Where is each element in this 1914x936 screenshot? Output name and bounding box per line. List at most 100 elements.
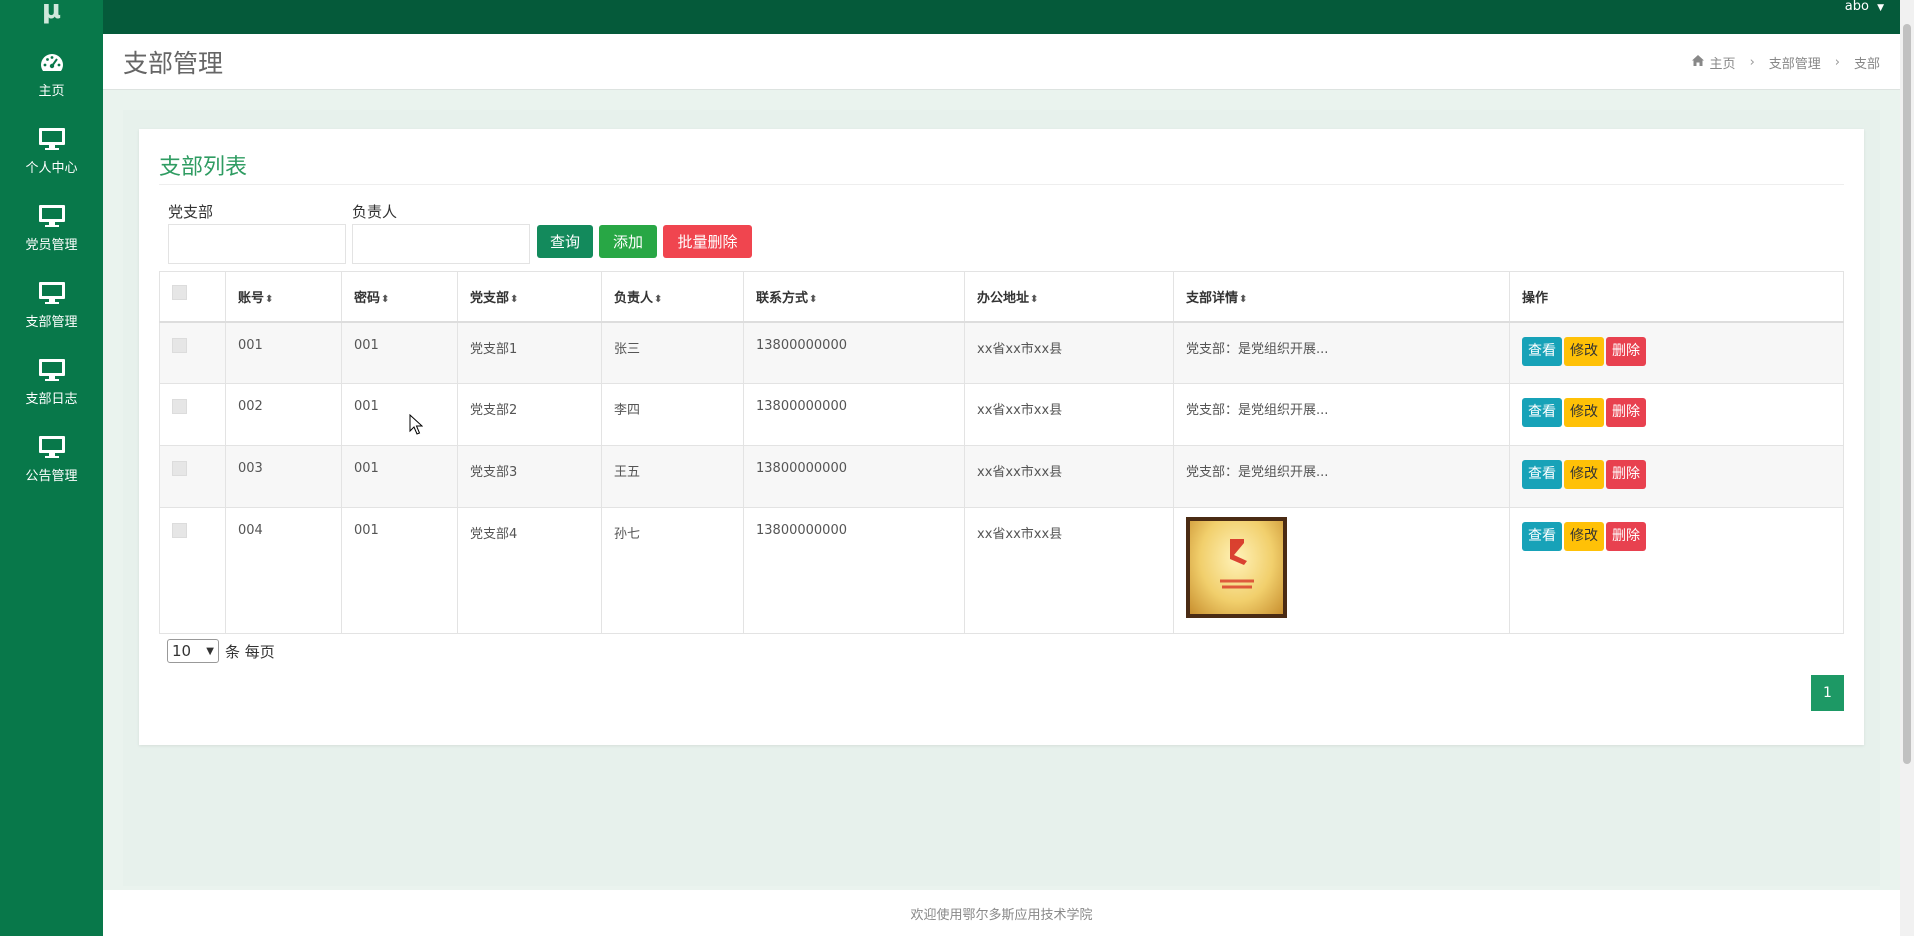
- cell-detail: 党支部：是党组织开展...: [1173, 383, 1510, 446]
- page-title: 支部管理: [123, 49, 224, 78]
- add-button[interactable]: 添加: [599, 225, 657, 258]
- row-select-cell: [159, 445, 226, 508]
- column-label: 办公地址: [977, 290, 1030, 306]
- sidebar-item-home[interactable]: 主页: [0, 34, 103, 111]
- column-header-account[interactable]: 账号⬍: [225, 271, 342, 323]
- cell-branch: 党支部4: [457, 507, 602, 634]
- monitor-icon: [38, 431, 66, 459]
- column-header-leader[interactable]: 负责人⬍: [601, 271, 744, 323]
- cell-detail: 党支部：是党组织开展...: [1173, 321, 1510, 384]
- page-button-current[interactable]: 1: [1811, 675, 1844, 711]
- sidebar-item-notices[interactable]: 公告管理: [0, 419, 103, 496]
- monitor-icon: [38, 200, 66, 228]
- delete-button[interactable]: 删除: [1606, 398, 1646, 427]
- sidebar-item-logs[interactable]: 支部日志: [0, 342, 103, 419]
- row-checkbox[interactable]: [172, 337, 187, 353]
- sort-icon: ⬍: [265, 293, 274, 305]
- delete-button[interactable]: 删除: [1606, 460, 1646, 489]
- sidebar-item-profile[interactable]: 个人中心: [0, 111, 103, 188]
- column-label: 账号: [238, 290, 265, 306]
- user-menu[interactable]: abo ▼: [1845, 0, 1884, 15]
- cell-account: 004: [225, 507, 342, 634]
- select-all-checkbox[interactable]: [172, 284, 187, 300]
- sidebar-item-label: 个人中心: [25, 161, 78, 176]
- cell-phone: 13800000000: [743, 445, 965, 508]
- sidebar-item-label: 支部管理: [25, 315, 78, 330]
- sidebar-item-branches[interactable]: 支部管理: [0, 265, 103, 342]
- chevron-right-icon: ›: [1834, 55, 1840, 70]
- home-icon: [1691, 55, 1704, 70]
- table-header-row: 账号⬍ 密码⬍ 党支部⬍ 负责人⬍ 联系方式⬍ 办公地址⬍ 支部详情⬍ 操作: [159, 271, 1844, 323]
- sort-icon: ⬍: [809, 293, 818, 305]
- cell-detail: [1173, 507, 1510, 634]
- breadcrumb: 主页 › 支部管理 › 支部: [1691, 53, 1880, 72]
- sort-icon: ⬍: [1239, 293, 1248, 305]
- breadcrumb-branch-management[interactable]: 支部管理: [1769, 53, 1821, 72]
- column-header-address[interactable]: 办公地址⬍: [964, 271, 1174, 323]
- column-header-branch[interactable]: 党支部⬍: [457, 271, 602, 323]
- row-checkbox[interactable]: [172, 523, 187, 538]
- cell-address: xx省xx市xx县: [964, 383, 1174, 446]
- edit-button[interactable]: 修改: [1564, 522, 1604, 551]
- user-name: abo: [1844, 0, 1869, 14]
- row-checkbox[interactable]: [172, 399, 187, 414]
- branch-plaque-image[interactable]: [1186, 517, 1287, 618]
- page-scrollbar[interactable]: [1900, 0, 1914, 936]
- page-size-control: 10 ▼ 条 每页: [167, 639, 275, 663]
- mouse-cursor-icon: [409, 413, 424, 440]
- sort-icon: ⬍: [654, 293, 663, 305]
- view-button[interactable]: 查看: [1522, 398, 1562, 427]
- cell-leader: 张三: [601, 321, 744, 384]
- cell-password: 001: [341, 507, 458, 634]
- edit-button[interactable]: 修改: [1564, 336, 1604, 366]
- cell-leader: 孙七: [601, 507, 744, 634]
- sidebar-item-label: 公告管理: [25, 469, 78, 484]
- search-button[interactable]: 查询: [537, 225, 593, 258]
- page-size-select[interactable]: 10 ▼: [167, 639, 219, 663]
- delete-button[interactable]: 删除: [1606, 522, 1646, 551]
- monitor-icon: [38, 277, 66, 305]
- card-title: 支部列表: [159, 155, 248, 180]
- cell-phone: 13800000000: [743, 383, 965, 446]
- cell-phone: 13800000000: [743, 321, 965, 384]
- branch-filter-label: 党支部: [168, 203, 214, 221]
- cell-leader: 李四: [601, 383, 744, 446]
- monitor-icon: [38, 123, 66, 151]
- cell-address: xx省xx市xx县: [964, 321, 1174, 384]
- cell-branch: 党支部2: [457, 383, 602, 446]
- sidebar: μ 主页 个人中心 党员管理 支部管理 支部日志 公告管理: [0, 0, 103, 936]
- view-button[interactable]: 查看: [1522, 522, 1562, 551]
- monitor-icon: [38, 354, 66, 382]
- sidebar-item-label: 支部日志: [25, 392, 78, 407]
- view-button[interactable]: 查看: [1522, 460, 1562, 489]
- cell-detail: 党支部：是党组织开展...: [1173, 445, 1510, 508]
- table-row: 003 001 党支部3 王五 13800000000 xx省xx市xx县 党支…: [159, 445, 1844, 508]
- edit-button[interactable]: 修改: [1564, 398, 1604, 427]
- edit-button[interactable]: 修改: [1564, 460, 1604, 489]
- top-bar: abo ▼: [103, 0, 1914, 34]
- view-button[interactable]: 查看: [1522, 336, 1562, 366]
- breadcrumb-home[interactable]: 主页: [1710, 53, 1736, 72]
- column-header-phone[interactable]: 联系方式⬍: [743, 271, 965, 323]
- chevron-down-icon: ▼: [206, 645, 214, 657]
- sidebar-item-members[interactable]: 党员管理: [0, 188, 103, 265]
- cell-branch: 党支部1: [457, 321, 602, 384]
- column-header-detail[interactable]: 支部详情⬍: [1173, 271, 1510, 323]
- branch-list-card: 支部列表 党支部 负责人 查询 添加 批量删除 账号⬍ 密码⬍ 党支部⬍ 负责人…: [139, 129, 1864, 745]
- column-label: 支部详情: [1186, 290, 1239, 306]
- column-header-password[interactable]: 密码⬍: [341, 271, 458, 323]
- divider: [159, 184, 1844, 185]
- batch-delete-button[interactable]: 批量删除: [663, 225, 752, 258]
- leader-filter-input[interactable]: [352, 224, 530, 264]
- branch-filter-input[interactable]: [168, 224, 346, 264]
- table-row: 004 001 党支部4 孙七 13800000000 xx省xx市xx县 查看…: [159, 507, 1844, 634]
- row-checkbox[interactable]: [172, 461, 187, 476]
- delete-button[interactable]: 删除: [1606, 336, 1646, 366]
- column-label: 党支部: [470, 290, 510, 306]
- table-row: 001 001 党支部1 张三 13800000000 xx省xx市xx县 党支…: [159, 321, 1844, 384]
- breadcrumb-current: 支部: [1853, 57, 1880, 72]
- cell-account: 002: [225, 383, 342, 446]
- row-select-cell: [159, 321, 226, 384]
- dashboard-icon: [39, 46, 65, 74]
- scrollbar-thumb[interactable]: [1903, 24, 1911, 764]
